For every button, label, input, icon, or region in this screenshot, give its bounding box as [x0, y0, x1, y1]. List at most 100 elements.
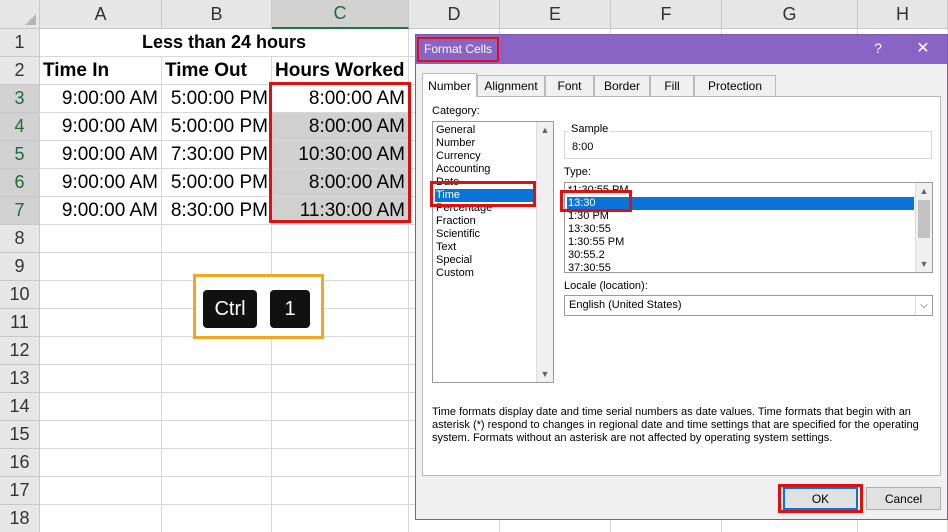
- row-header-2[interactable]: 2: [0, 57, 40, 85]
- type-item[interactable]: 37:30:55: [567, 262, 914, 272]
- cell-a5[interactable]: 9:00:00 AM: [40, 141, 162, 169]
- scroll-down-icon[interactable]: ▼: [537, 366, 553, 382]
- ok-button[interactable]: OK: [783, 487, 858, 510]
- dropdown-chevron-icon[interactable]: ⌵: [915, 296, 932, 315]
- column-header-h[interactable]: H: [858, 0, 948, 29]
- type-scroll-thumb[interactable]: [918, 200, 930, 238]
- category-item[interactable]: Custom: [435, 267, 535, 280]
- column-header-d[interactable]: D: [409, 0, 500, 29]
- empty-cell[interactable]: [40, 253, 162, 281]
- empty-cell[interactable]: [272, 505, 409, 532]
- tab-font[interactable]: Font: [545, 75, 594, 96]
- row-header-7[interactable]: 7: [0, 197, 40, 225]
- empty-cell[interactable]: [272, 393, 409, 421]
- header-time-in[interactable]: Time In: [40, 57, 162, 85]
- row-header-9[interactable]: 9: [0, 253, 40, 281]
- tab-fill[interactable]: Fill: [650, 75, 694, 96]
- cell-a7[interactable]: 9:00:00 AM: [40, 197, 162, 225]
- column-header-c[interactable]: C: [272, 0, 409, 29]
- row-header-5[interactable]: 5: [0, 141, 40, 169]
- empty-cell[interactable]: [40, 449, 162, 477]
- category-item[interactable]: Scientific: [435, 228, 535, 241]
- cell-b5[interactable]: 7:30:00 PM: [162, 141, 272, 169]
- empty-cell[interactable]: [162, 393, 272, 421]
- row-header-13[interactable]: 13: [0, 365, 40, 393]
- empty-cell[interactable]: [162, 449, 272, 477]
- category-item[interactable]: Accounting: [435, 163, 535, 176]
- row-header-14[interactable]: 14: [0, 393, 40, 421]
- empty-cell[interactable]: [272, 421, 409, 449]
- locale-dropdown[interactable]: English (United States) ⌵: [564, 295, 933, 316]
- cell-a4[interactable]: 9:00:00 AM: [40, 113, 162, 141]
- cancel-button[interactable]: Cancel: [866, 487, 941, 510]
- tab-number[interactable]: Number: [422, 73, 477, 97]
- row-header-1[interactable]: 1: [0, 29, 40, 57]
- empty-cell[interactable]: [162, 505, 272, 532]
- category-item[interactable]: Fraction: [435, 215, 535, 228]
- row-header-10[interactable]: 10: [0, 281, 40, 309]
- row-header-12[interactable]: 12: [0, 337, 40, 365]
- select-all-corner[interactable]: [0, 0, 40, 29]
- row-header-17[interactable]: 17: [0, 477, 40, 505]
- category-item[interactable]: Special: [435, 254, 535, 267]
- empty-cell[interactable]: [162, 365, 272, 393]
- empty-cell[interactable]: [272, 449, 409, 477]
- empty-cell[interactable]: [40, 393, 162, 421]
- empty-cell[interactable]: [272, 477, 409, 505]
- table-title-cell[interactable]: Less than 24 hours: [40, 29, 409, 57]
- type-scrollbar[interactable]: ▲ ▼: [915, 183, 932, 272]
- cell-b3[interactable]: 5:00:00 PM: [162, 85, 272, 113]
- row-header-18[interactable]: 18: [0, 505, 40, 532]
- column-header-a[interactable]: A: [40, 0, 162, 29]
- type-item[interactable]: 30:55.2: [567, 249, 914, 262]
- empty-cell[interactable]: [162, 225, 272, 253]
- empty-cell[interactable]: [40, 421, 162, 449]
- scroll-down-icon[interactable]: ▼: [916, 256, 932, 272]
- empty-cell[interactable]: [40, 225, 162, 253]
- cell-a6[interactable]: 9:00:00 AM: [40, 169, 162, 197]
- scroll-up-icon[interactable]: ▲: [537, 122, 553, 138]
- category-item[interactable]: Number: [435, 137, 535, 150]
- empty-cell[interactable]: [162, 421, 272, 449]
- type-item[interactable]: 1:30:55 PM: [567, 236, 914, 249]
- empty-cell[interactable]: [272, 365, 409, 393]
- tab-alignment[interactable]: Alignment: [477, 75, 545, 96]
- dialog-title-bar[interactable]: Format Cells ? ✕: [416, 35, 947, 64]
- cell-b4[interactable]: 5:00:00 PM: [162, 113, 272, 141]
- close-icon[interactable]: ✕: [913, 39, 933, 59]
- tab-border[interactable]: Border: [594, 75, 650, 96]
- empty-cell[interactable]: [40, 337, 162, 365]
- empty-cell[interactable]: [40, 477, 162, 505]
- category-item[interactable]: Text: [435, 241, 535, 254]
- empty-cell[interactable]: [40, 365, 162, 393]
- row-header-16[interactable]: 16: [0, 449, 40, 477]
- header-hours-worked[interactable]: Hours Worked: [272, 57, 409, 85]
- category-item[interactable]: Currency: [435, 150, 535, 163]
- cell-a3[interactable]: 9:00:00 AM: [40, 85, 162, 113]
- empty-cell[interactable]: [272, 337, 409, 365]
- empty-cell[interactable]: [40, 309, 162, 337]
- empty-cell[interactable]: [40, 505, 162, 532]
- row-header-11[interactable]: 11: [0, 309, 40, 337]
- category-item[interactable]: General: [435, 124, 535, 137]
- cell-b7[interactable]: 8:30:00 PM: [162, 197, 272, 225]
- empty-cell[interactable]: [162, 477, 272, 505]
- scroll-up-icon[interactable]: ▲: [916, 183, 932, 199]
- column-header-b[interactable]: B: [162, 0, 272, 29]
- column-header-e[interactable]: E: [500, 0, 611, 29]
- category-scrollbar[interactable]: ▲ ▼: [536, 122, 553, 382]
- header-time-out[interactable]: Time Out: [162, 57, 272, 85]
- empty-cell[interactable]: [272, 225, 409, 253]
- row-header-6[interactable]: 6: [0, 169, 40, 197]
- column-header-f[interactable]: F: [611, 0, 722, 29]
- cell-b6[interactable]: 5:00:00 PM: [162, 169, 272, 197]
- empty-cell[interactable]: [162, 337, 272, 365]
- row-header-15[interactable]: 15: [0, 421, 40, 449]
- type-item[interactable]: 13:30:55: [567, 223, 914, 236]
- help-icon[interactable]: ?: [870, 40, 886, 58]
- empty-cell[interactable]: [40, 281, 162, 309]
- row-header-4[interactable]: 4: [0, 113, 40, 141]
- row-header-3[interactable]: 3: [0, 85, 40, 113]
- column-header-g[interactable]: G: [722, 0, 858, 29]
- tab-protection[interactable]: Protection: [694, 75, 776, 96]
